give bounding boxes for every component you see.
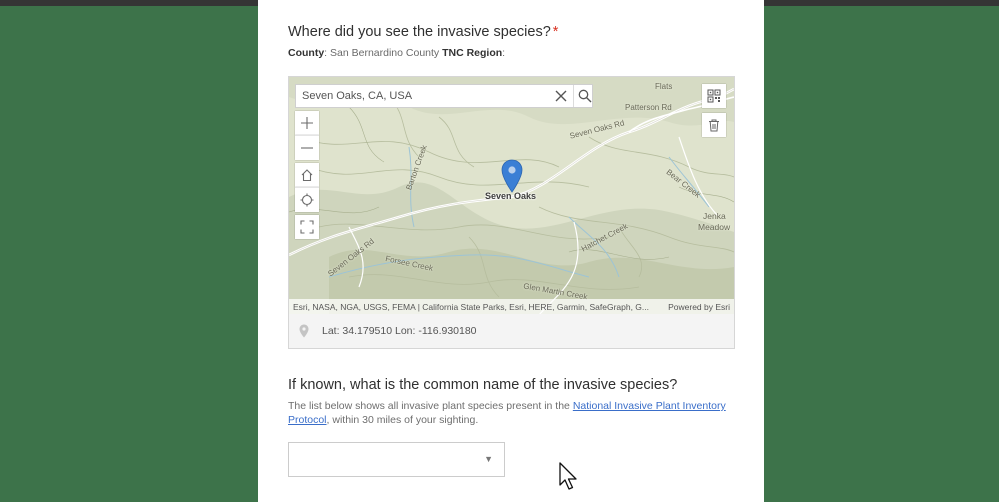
map-search bbox=[295, 84, 593, 108]
map-pin-icon[interactable] bbox=[501, 159, 523, 193]
attribution-text: Esri, NASA, NGA, USGS, FEMA | California… bbox=[293, 302, 650, 312]
coordinates-text: Lat: 34.179510 Lon: -116.930180 bbox=[322, 325, 477, 337]
qr-code-button[interactable] bbox=[702, 84, 726, 108]
locate-icon bbox=[300, 193, 314, 207]
map-view[interactable]: Seven Oaks Jenka Meadow Flats Seven Oaks… bbox=[288, 76, 735, 316]
county-value: : San Bernardino County bbox=[324, 47, 440, 59]
place-label-meadow: Meadow bbox=[698, 222, 731, 232]
survey-form: Where did you see the invasive species? *… bbox=[258, 0, 764, 502]
delete-button[interactable] bbox=[702, 113, 726, 137]
species-dropdown[interactable]: ▼ bbox=[288, 442, 505, 477]
region-label: TNC Region bbox=[442, 47, 503, 59]
region-value: : bbox=[502, 47, 506, 59]
coordinates-bar: Lat: 34.179510 Lon: -116.930180 bbox=[288, 314, 735, 349]
trash-icon bbox=[709, 119, 719, 132]
qr-code-icon bbox=[707, 89, 721, 103]
mouse-cursor-icon bbox=[559, 462, 577, 490]
home-icon bbox=[301, 169, 313, 182]
powered-by-esri[interactable]: Powered by Esri bbox=[668, 302, 730, 312]
question-description: The list below shows all invasive plant … bbox=[288, 399, 738, 427]
question-title-species: If known, what is the common name of the… bbox=[288, 377, 678, 393]
county-label: County bbox=[288, 47, 325, 59]
desc-text-before: The list below shows all invasive plant … bbox=[288, 400, 573, 412]
map-search-input[interactable] bbox=[296, 85, 552, 107]
location-pin-icon bbox=[299, 324, 309, 338]
desc-text-after: , within 30 miles of your sighting. bbox=[326, 414, 479, 426]
chevron-down-icon: ▼ bbox=[484, 454, 493, 464]
close-icon[interactable] bbox=[554, 89, 568, 103]
location-info: County: San Bernardino County TNC Region… bbox=[288, 47, 505, 59]
place-label-flats: Flats bbox=[655, 82, 673, 91]
minus-icon bbox=[301, 147, 313, 149]
place-label-jenka: Jenka bbox=[703, 211, 726, 221]
plus-icon bbox=[301, 117, 313, 129]
zoom-in-button[interactable] bbox=[295, 111, 319, 135]
fullscreen-icon bbox=[300, 220, 314, 234]
search-icon bbox=[578, 89, 592, 103]
home-button[interactable] bbox=[295, 163, 319, 187]
fullscreen-button[interactable] bbox=[295, 215, 319, 239]
locate-button[interactable] bbox=[295, 187, 319, 212]
required-marker: * bbox=[552, 24, 559, 40]
zoom-out-button[interactable] bbox=[295, 135, 319, 160]
road-label-patterson-rd: Patterson Rd bbox=[625, 103, 672, 112]
question-title: Where did you see the invasive species? * bbox=[288, 24, 559, 40]
map-attribution: Esri, NASA, NGA, USGS, FEMA | California… bbox=[289, 299, 734, 315]
search-button[interactable] bbox=[573, 85, 594, 107]
